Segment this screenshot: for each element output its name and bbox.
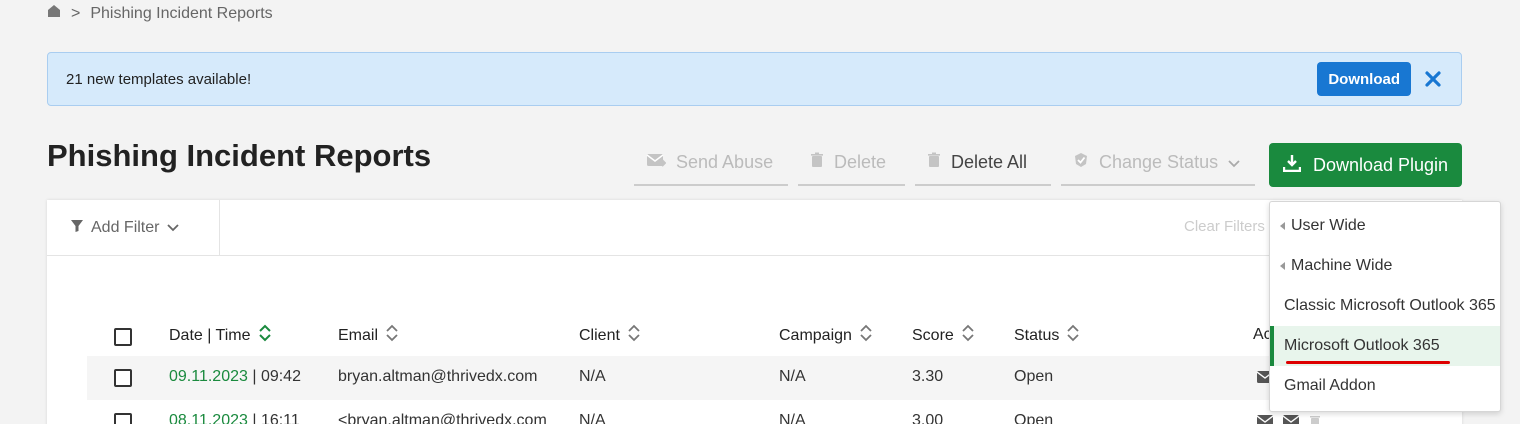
sort-icon <box>962 324 974 347</box>
change-status-dropdown[interactable]: Change Status <box>1061 140 1255 186</box>
sort-icon <box>860 324 872 347</box>
templates-banner: 21 new templates available! Download <box>47 52 1462 106</box>
filter-bar: Add Filter Clear Filters <box>47 199 1462 256</box>
breadcrumb-current: Phishing Incident Reports <box>90 4 273 22</box>
column-header-label: Client <box>579 326 620 344</box>
column-header-campaign[interactable]: Campaign <box>779 324 872 347</box>
close-icon[interactable] <box>1423 69 1443 89</box>
banner-text: 21 new templates available! <box>66 70 252 88</box>
download-icon <box>1282 154 1302 177</box>
download-plugin-menu: User Wide Machine Wide Classic Microsoft… <box>1269 201 1501 412</box>
badge-check-icon <box>1073 152 1089 173</box>
menu-item-machine-wide[interactable]: Machine Wide <box>1270 246 1500 286</box>
column-header-label: Email <box>338 326 379 344</box>
send-abuse-label: Send Abuse <box>676 151 774 172</box>
table-row[interactable]: 09.11.2023 | 09:42 bryan.altman@thrivedx… <box>87 356 1462 400</box>
funnel-icon <box>71 219 83 237</box>
download-plugin-label: Download Plugin <box>1312 154 1449 175</box>
menu-item-user-wide[interactable]: User Wide <box>1270 206 1500 246</box>
status-cell: Open <box>1014 412 1054 424</box>
column-header-label: Date | Time <box>169 326 251 344</box>
time-text: | 16:11 <box>247 412 300 424</box>
change-status-label: Change Status <box>1099 151 1219 172</box>
breadcrumb: > Phishing Incident Reports <box>47 4 273 23</box>
delete-all-label: Delete All <box>951 151 1028 172</box>
banner-download-button[interactable]: Download <box>1317 62 1411 96</box>
mail-icon[interactable] <box>1256 414 1274 424</box>
row-checkbox[interactable] <box>114 369 132 387</box>
row-actions <box>1256 414 1321 424</box>
column-header-score[interactable]: Score <box>912 324 974 347</box>
breadcrumb-separator: > <box>71 4 81 22</box>
menu-item-outlook-365[interactable]: Microsoft Outlook 365 <box>1270 326 1500 366</box>
column-header-label: Score <box>912 326 954 344</box>
column-header-label: Status <box>1014 326 1060 344</box>
trash-icon <box>810 152 824 173</box>
campaign-cell: N/A <box>779 412 806 424</box>
menu-item-label: User Wide <box>1291 217 1366 234</box>
sort-icon <box>1067 324 1079 347</box>
trash-icon <box>927 152 941 173</box>
delete-all-button[interactable]: Delete All <box>915 140 1051 186</box>
clear-filters-link[interactable]: Clear Filters <box>1184 218 1265 235</box>
menu-item-label: Machine Wide <box>1291 257 1393 274</box>
column-header-email[interactable]: Email <box>338 324 398 347</box>
toolbar: Send Abuse Delete Delete All Change Stat… <box>634 140 1265 186</box>
menu-item-label: Classic Microsoft Outlook 365 <box>1284 297 1496 314</box>
email-cell: bryan.altman@thrivedx.com <box>338 368 538 385</box>
add-filter-button[interactable]: Add Filter <box>47 199 220 256</box>
score-cell: 3.00 <box>912 412 944 424</box>
chevron-down-icon <box>167 219 180 237</box>
caret-left-icon <box>1280 222 1285 230</box>
add-filter-label: Add Filter <box>91 218 160 236</box>
delete-label: Delete <box>834 151 887 172</box>
reports-card: Add Filter Clear Filters Date | Time Ema… <box>47 199 1462 424</box>
delete-button[interactable]: Delete <box>798 140 905 186</box>
download-plugin-button[interactable]: Download Plugin <box>1269 143 1462 187</box>
row-checkbox[interactable] <box>114 413 132 424</box>
annotation-underline <box>1286 361 1450 364</box>
campaign-cell: N/A <box>779 368 806 385</box>
date-link[interactable]: 08.11.2023 <box>169 412 248 424</box>
send-abuse-button[interactable]: Send Abuse <box>634 140 788 186</box>
trash-icon[interactable] <box>1309 414 1321 424</box>
score-cell: 3.30 <box>912 368 944 385</box>
column-header-client[interactable]: Client <box>579 324 640 347</box>
client-cell: N/A <box>579 368 606 385</box>
column-header-label: Campaign <box>779 326 852 344</box>
mail-icon <box>646 152 667 173</box>
sort-icon <box>628 324 640 347</box>
home-icon[interactable] <box>47 4 61 23</box>
date-time-cell: 09.11.2023 | 09:42 <box>169 368 301 386</box>
menu-item-classic-outlook-365[interactable]: Classic Microsoft Outlook 365 <box>1270 286 1500 326</box>
client-cell: N/A <box>579 412 606 424</box>
mail-icon[interactable] <box>1282 414 1300 424</box>
column-header-status[interactable]: Status <box>1014 324 1079 347</box>
menu-item-label: Microsoft Outlook 365 <box>1284 337 1440 354</box>
email-cell: <bryan.altman@thrivedx.com <box>338 412 547 424</box>
chevron-down-icon <box>1228 152 1240 173</box>
sort-icon <box>258 324 271 347</box>
date-time-cell: 08.11.2023 | 16:11 <box>169 412 300 424</box>
caret-left-icon <box>1280 262 1285 270</box>
date-link[interactable]: 09.11.2023 <box>169 368 248 385</box>
status-cell: Open <box>1014 368 1054 385</box>
column-header-date[interactable]: Date | Time <box>169 324 271 347</box>
menu-item-gmail-addon[interactable]: Gmail Addon <box>1270 366 1500 406</box>
time-text: | 09:42 <box>247 368 301 385</box>
select-all-checkbox[interactable] <box>114 328 132 346</box>
table-row[interactable]: 08.11.2023 | 16:11 <bryan.altman@thrived… <box>87 400 1462 424</box>
page-title: Phishing Incident Reports <box>47 138 432 173</box>
sort-icon <box>386 324 398 347</box>
menu-item-label: Gmail Addon <box>1284 377 1376 394</box>
